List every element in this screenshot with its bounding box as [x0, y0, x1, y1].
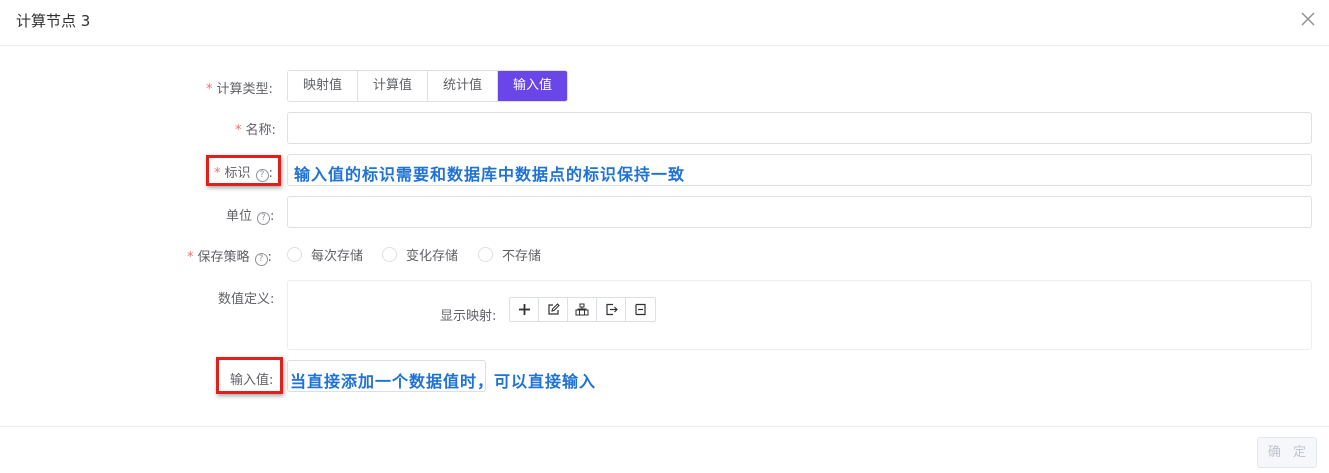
display-mapping-label: 显示映射:: [440, 309, 497, 324]
input-value-label: 输入值:: [230, 373, 274, 388]
radio-circle[interactable]: [287, 247, 302, 262]
radio-circle[interactable]: [478, 247, 493, 262]
calc-type-option-statistic[interactable]: 统计值: [428, 71, 499, 101]
modal-header: 计算节点 3: [0, 0, 1329, 46]
calc-type-option-mapping[interactable]: 映射值: [288, 71, 359, 101]
question-circle-icon[interactable]: ?: [255, 169, 269, 182]
calc-type-label: * 计算类型:: [206, 82, 273, 97]
save-strategy-radio-every[interactable]: 每次存储: [287, 245, 363, 264]
tree-icon[interactable]: [568, 298, 597, 321]
calc-type-option-input[interactable]: 输入值: [498, 71, 568, 101]
question-circle-icon[interactable]: ?: [254, 253, 268, 266]
name-input[interactable]: [287, 112, 1312, 144]
input-value-annotation: 当直接添加一个数据值时，可以直接输入: [290, 372, 597, 391]
identifier-annotation: 输入值的标识需要和数据库中数据点的标识保持一致: [294, 165, 686, 184]
save-strategy-radio-change[interactable]: 变化存储: [382, 245, 458, 264]
value-definition-label: 数值定义:: [218, 292, 275, 307]
calc-type-option-computed[interactable]: 计算值: [358, 71, 429, 101]
confirm-button[interactable]: 确 定: [1257, 437, 1317, 468]
mapping-toolbar: [509, 297, 656, 322]
modal-title: 计算节点 3: [16, 12, 91, 30]
unit-input[interactable]: [287, 196, 1312, 228]
footer-divider: [0, 426, 1329, 427]
plus-icon[interactable]: [510, 298, 539, 321]
identifier-label: * 标识?:: [214, 166, 273, 182]
name-label: * 名称:: [235, 123, 276, 138]
export-icon[interactable]: [597, 298, 626, 321]
radio-circle[interactable]: [382, 247, 397, 262]
save-strategy-label: * 保存策略?:: [187, 250, 272, 266]
calc-type-segmented: 映射值 计算值 统计值 输入值: [287, 70, 569, 102]
edit-icon[interactable]: [539, 298, 568, 321]
import-icon[interactable]: [626, 298, 655, 321]
close-icon[interactable]: [1299, 10, 1317, 28]
question-circle-icon[interactable]: ?: [257, 212, 271, 225]
save-strategy-radio-none[interactable]: 不存储: [478, 245, 541, 264]
unit-label: 单位?:: [226, 209, 275, 225]
